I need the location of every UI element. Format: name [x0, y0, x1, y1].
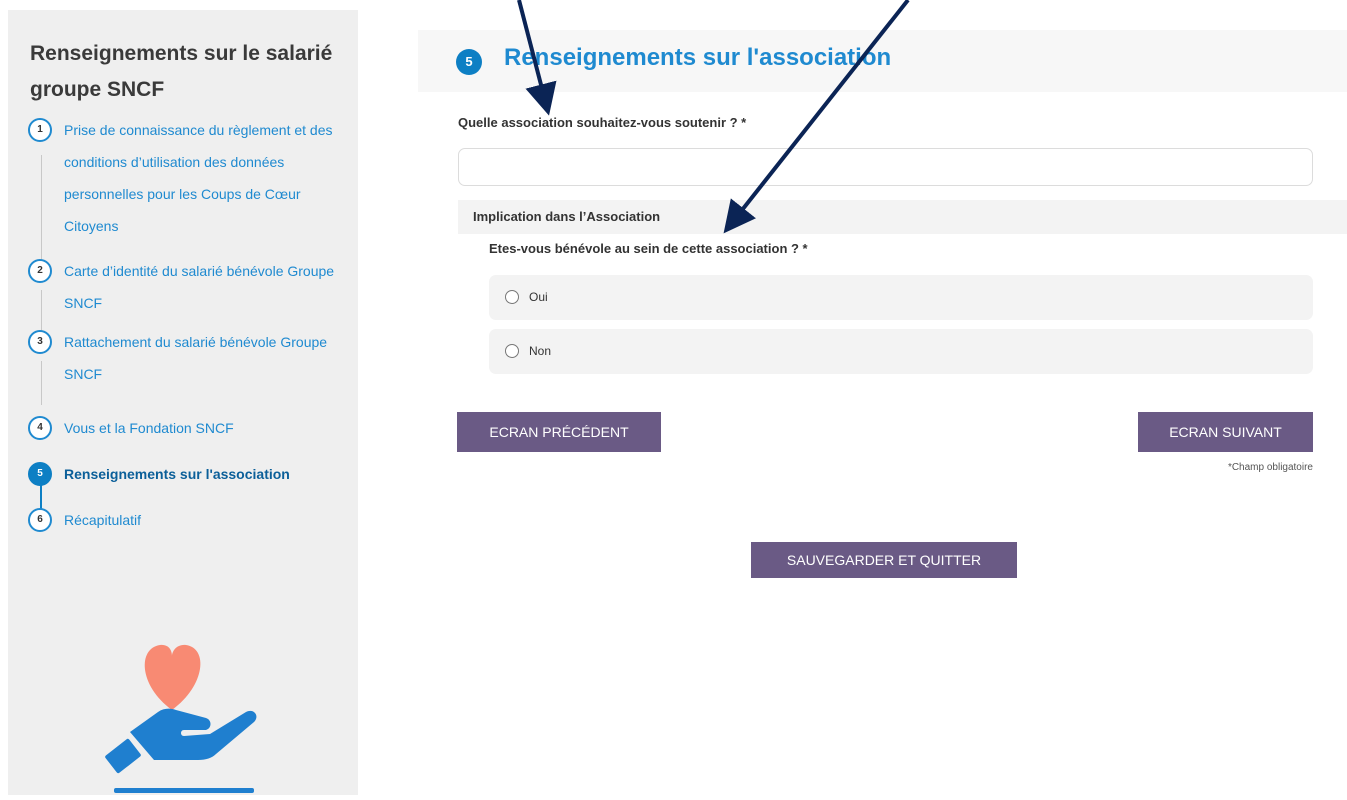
step-2-link[interactable]: Carte d’identité du salarié bénévole Gro…: [64, 255, 346, 319]
step-5-link[interactable]: Renseignements sur l'association: [64, 458, 346, 490]
option-non[interactable]: Non: [489, 329, 1313, 374]
volunteer-question-label: Etes-vous bénévole au sein de cette asso…: [489, 241, 808, 256]
section-header: 5 Renseignements sur l'association: [418, 30, 1347, 92]
step-badge: 5: [456, 49, 482, 75]
step-6-number: 6: [28, 508, 52, 532]
radio-non[interactable]: [505, 344, 519, 358]
save-and-quit-button[interactable]: SAUVEGARDER ET QUITTER: [751, 542, 1017, 578]
next-screen-button[interactable]: ECRAN SUIVANT: [1138, 412, 1313, 452]
step-connector: [41, 155, 42, 263]
previous-screen-button[interactable]: ECRAN PRÉCÉDENT: [457, 412, 661, 452]
step-4-link[interactable]: Vous et la Fondation SNCF: [64, 412, 346, 444]
association-question-label: Quelle association souhaitez-vous souten…: [458, 115, 747, 130]
option-oui[interactable]: Oui: [489, 275, 1313, 320]
step-1-number: 1: [28, 118, 52, 142]
option-non-label: Non: [529, 344, 552, 358]
step-1-link[interactable]: Prise de connaissance du règlement et de…: [64, 114, 346, 242]
involvement-section-title: Implication dans l’Association: [473, 209, 661, 224]
step-6-link[interactable]: Récapitulatif: [64, 504, 346, 536]
step-3-number: 3: [28, 330, 52, 354]
sidebar-title: Renseignements sur le salarié groupe SNC…: [30, 42, 333, 101]
step-connector: [41, 361, 42, 405]
sidebar: Renseignements sur le salarié groupe SNC…: [8, 10, 358, 795]
option-oui-label: Oui: [529, 290, 548, 304]
association-input[interactable]: [458, 148, 1313, 186]
step-3-link[interactable]: Rattachement du salarié bénévole Groupe …: [64, 326, 346, 390]
step-2-number: 2: [28, 259, 52, 283]
required-field-note: *Champ obligatoire: [1227, 462, 1313, 473]
hand-heart-icon: [105, 644, 257, 793]
involvement-section-header: Implication dans l’Association: [458, 200, 1347, 234]
step-5-number: 5: [28, 462, 52, 486]
page-title: Renseignements sur l'association: [504, 44, 892, 71]
radio-oui[interactable]: [505, 290, 519, 304]
step-connector: [41, 290, 42, 334]
step-4-number: 4: [28, 416, 52, 440]
